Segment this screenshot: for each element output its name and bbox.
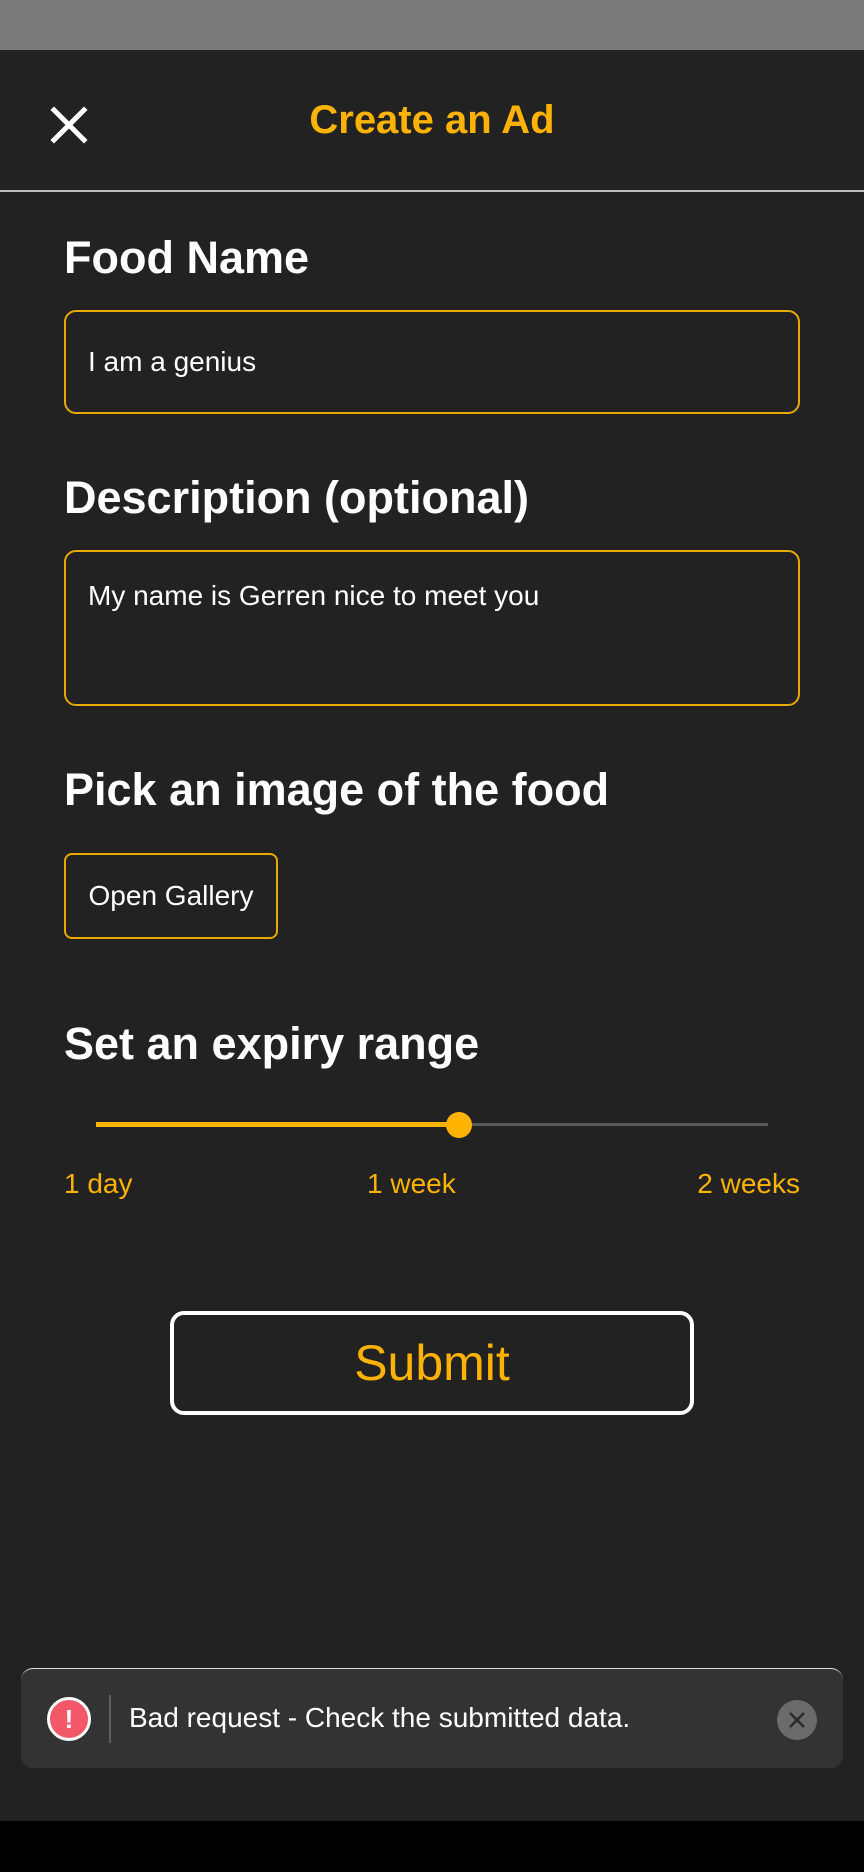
expiry-slider[interactable] xyxy=(96,1110,768,1140)
error-toast: ! Bad request - Check the submitted data… xyxy=(21,1668,843,1768)
error-icon: ! xyxy=(47,1697,91,1741)
slider-thumb[interactable] xyxy=(445,1112,472,1138)
submit-button[interactable]: Submit xyxy=(170,1311,694,1415)
image-label: Pick an image of the food xyxy=(64,764,610,815)
toast-message: Bad request - Check the submitted data. xyxy=(129,1702,631,1733)
open-gallery-button[interactable]: Open Gallery xyxy=(64,853,278,939)
navigation-bar xyxy=(0,1821,864,1872)
description-label: Description (optional) xyxy=(64,472,529,523)
slider-fill xyxy=(96,1122,459,1127)
header: Create an Ad xyxy=(0,50,864,192)
expiry-label: Set an expiry range xyxy=(64,1018,480,1069)
food-name-field[interactable]: I am a genius xyxy=(64,310,800,414)
description-value: My name is Gerren nice to meet you xyxy=(88,580,540,611)
tick-label-1-week: 1 week xyxy=(367,1168,456,1199)
food-name-label: Food Name xyxy=(64,232,310,283)
food-name-value: I am a genius xyxy=(88,346,257,377)
tick-label-1-day: 1 day xyxy=(64,1168,133,1199)
page-title: Create an Ad xyxy=(309,98,555,142)
tick-label-2-weeks: 2 weeks xyxy=(697,1168,800,1199)
description-field[interactable]: My name is Gerren nice to meet you xyxy=(64,550,800,706)
close-icon xyxy=(789,1712,805,1728)
toast-close-button[interactable] xyxy=(777,1700,817,1740)
toast-divider xyxy=(109,1695,111,1743)
status-bar xyxy=(0,0,864,50)
